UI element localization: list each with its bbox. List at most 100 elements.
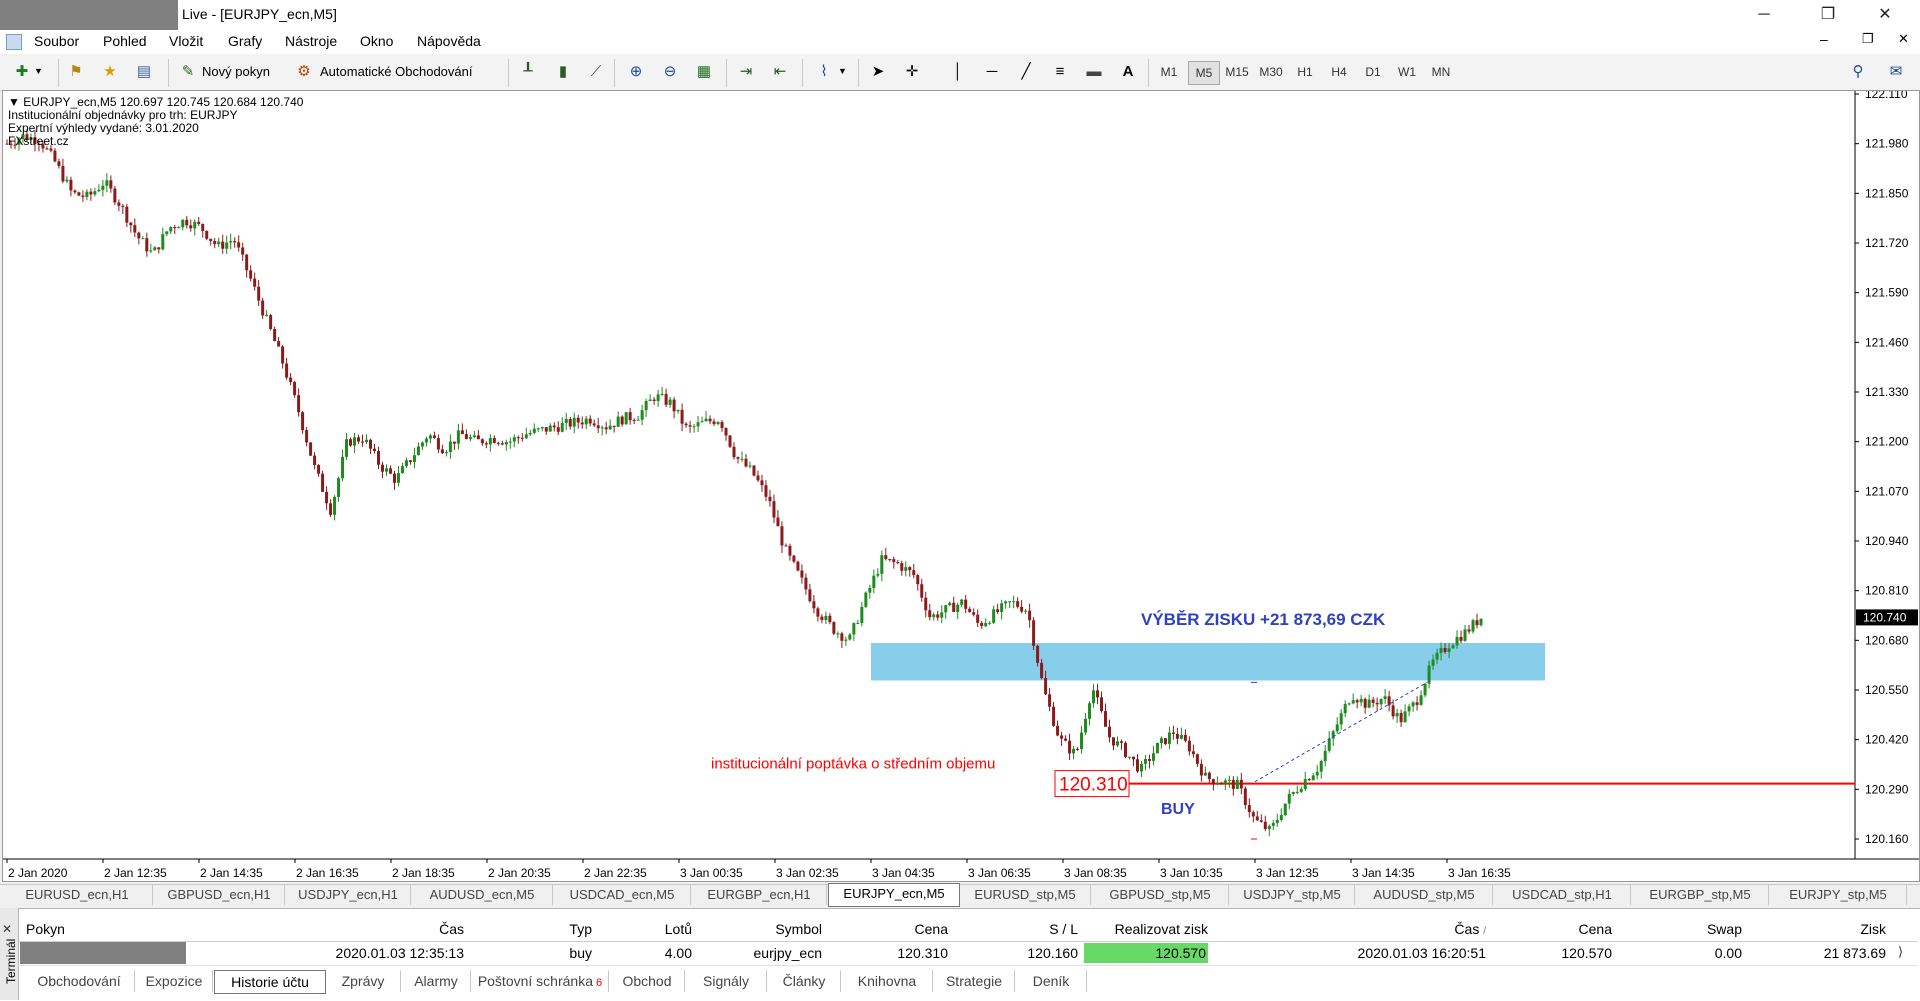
new-order-icon[interactable]: ✎ bbox=[176, 60, 200, 84]
chart-tab-usdjpy-ecn-h1[interactable]: USDJPY_ecn,H1 bbox=[286, 885, 411, 905]
chart-shift-icon[interactable]: ⇤ bbox=[768, 60, 792, 84]
terminal-tab--l-nky[interactable]: Články bbox=[768, 970, 841, 992]
horizontal-line-icon[interactable]: ─ bbox=[980, 60, 1004, 84]
candlestick-icon[interactable]: ▮ bbox=[551, 60, 575, 84]
candle-body bbox=[720, 422, 724, 429]
auto-trading-icon[interactable]: ⚙ bbox=[292, 60, 316, 84]
text-tool-icon[interactable]: A bbox=[1116, 60, 1140, 84]
col-header-lots[interactable]: Lotů bbox=[596, 918, 692, 940]
trendline-icon[interactable]: ╱ bbox=[1014, 60, 1038, 84]
terminal-tab-knihovna[interactable]: Knihovna bbox=[842, 970, 933, 992]
community-icon[interactable]: ✉ bbox=[1884, 60, 1908, 84]
mdi-restore-button[interactable]: ❐ bbox=[1862, 31, 1874, 47]
col-header-swap[interactable]: Swap bbox=[1616, 918, 1742, 940]
col-header-price[interactable]: Cena bbox=[826, 918, 948, 940]
chart-tab-usdcad-ecn-m5[interactable]: USDCAD_ecn,M5 bbox=[554, 885, 691, 905]
chart-tab-eurgbp-stp-m5[interactable]: EURGBP_stp,M5 bbox=[1632, 885, 1769, 905]
chart-tab-eurusd-stp-m5[interactable]: EURUSD_stp,M5 bbox=[960, 885, 1091, 905]
mdi-close-button[interactable]: ✕ bbox=[1898, 31, 1909, 47]
candle-body bbox=[588, 418, 592, 424]
candle-body bbox=[1303, 779, 1307, 790]
restore-button[interactable]: ❐ bbox=[1805, 0, 1851, 30]
rectangle-icon[interactable]: ▬ bbox=[1082, 60, 1106, 84]
timeframe-m30[interactable]: M30 bbox=[1256, 61, 1286, 83]
close-button[interactable]: ✕ bbox=[1862, 0, 1908, 30]
col-header-symbol[interactable]: Symbol bbox=[696, 918, 822, 940]
col-header-close-time[interactable]: Čas / bbox=[1212, 918, 1486, 940]
chevron-down-icon[interactable]: ▼ bbox=[34, 66, 43, 76]
fibonacci-icon[interactable]: ≡ bbox=[1048, 60, 1072, 84]
minimize-button[interactable]: ─ bbox=[1741, 0, 1787, 30]
menu-okno[interactable]: Okno bbox=[360, 33, 393, 49]
candle-body bbox=[612, 425, 616, 427]
timeframe-w1[interactable]: W1 bbox=[1392, 61, 1422, 83]
col-header-sl[interactable]: S / L bbox=[952, 918, 1078, 940]
timeframe-m1[interactable]: M1 bbox=[1154, 61, 1184, 83]
terminal-tab-den-k[interactable]: Deník bbox=[1016, 970, 1087, 992]
timeframe-m15[interactable]: M15 bbox=[1222, 61, 1252, 83]
chart-tab-gbpusd-ecn-h1[interactable]: GBPUSD_ecn,H1 bbox=[154, 885, 285, 905]
tile-windows-icon[interactable]: ▦ bbox=[692, 60, 716, 84]
chart-tab-gbpusd-stp-m5[interactable]: GBPUSD_stp,M5 bbox=[1092, 885, 1229, 905]
mdi-minimize-button[interactable]: ‒ bbox=[1820, 31, 1828, 47]
terminal-tab-strategie[interactable]: Strategie bbox=[934, 970, 1015, 992]
timeframe-h1[interactable]: H1 bbox=[1290, 61, 1320, 83]
menu-vlozit[interactable]: Vložit bbox=[169, 33, 203, 49]
scroll-to-end-icon[interactable]: ⟩ bbox=[1898, 944, 1903, 960]
col-header-close-price[interactable]: Cena bbox=[1490, 918, 1612, 940]
terminal-tab-historie-tu[interactable]: Historie účtu bbox=[214, 970, 326, 994]
chart-window[interactable]: 122.110 121.980 121.850 121.720 121.590 121.4… bbox=[2, 90, 1920, 882]
bar-chart-icon[interactable]: ┸ bbox=[516, 60, 540, 84]
terminal-tab-zpr-vy[interactable]: Zprávy bbox=[326, 970, 401, 992]
new-chart-icon[interactable]: ✚ bbox=[10, 60, 34, 84]
col-header-tp[interactable]: Realizovat zisk bbox=[1082, 918, 1208, 940]
chart-tab-audusd-ecn-m5[interactable]: AUDUSD_ecn,M5 bbox=[412, 885, 553, 905]
cursor-icon[interactable]: ➤ bbox=[866, 60, 890, 84]
terminal-tab-po-tovn-schr-nka[interactable]: Poštovní schránka 6 bbox=[472, 970, 609, 992]
terminal-tab-expozice[interactable]: Expozice bbox=[136, 970, 213, 992]
line-chart-icon[interactable]: ⟋ bbox=[584, 60, 608, 84]
terminal-tab-obchod[interactable]: Obchod bbox=[610, 970, 685, 992]
timeframe-d1[interactable]: D1 bbox=[1358, 61, 1388, 83]
autoscroll-icon[interactable]: ⇥ bbox=[734, 60, 758, 84]
terminal-tab-alarmy[interactable]: Alarmy bbox=[402, 970, 471, 992]
terminal-close-icon[interactable]: ✕ bbox=[2, 922, 12, 936]
terminal-tab-sign-ly[interactable]: Signály bbox=[686, 970, 767, 992]
zoom-out-icon[interactable]: ⊖ bbox=[658, 60, 682, 84]
chart-tab-eurusd-ecn-h1[interactable]: EURUSD_ecn,H1 bbox=[2, 885, 153, 905]
market-watch-icon[interactable]: ▤ bbox=[132, 60, 156, 84]
menu-napoveda[interactable]: Nápověda bbox=[417, 33, 481, 49]
menu-soubor[interactable]: Soubor bbox=[34, 33, 79, 49]
crosshair-icon[interactable]: ✛ bbox=[900, 60, 924, 84]
col-header-order[interactable]: Pokyn bbox=[26, 918, 65, 940]
col-header-type[interactable]: Typ bbox=[470, 918, 592, 940]
menu-grafy[interactable]: Grafy bbox=[228, 33, 262, 49]
chart-tab-eurjpy-stp-m5[interactable]: EURJPY_stp,M5 bbox=[1770, 885, 1907, 905]
candle-body bbox=[149, 250, 153, 252]
auto-trading-button[interactable]: Automatické Obchodování bbox=[320, 61, 472, 83]
chart-tab-eurgbp-ecn-h1[interactable]: EURGBP_ecn,H1 bbox=[692, 885, 827, 905]
col-header-profit[interactable]: Zisk bbox=[1746, 918, 1886, 940]
chart-tab-eurjpy-ecn-m5[interactable]: EURJPY_ecn,M5 bbox=[828, 883, 960, 907]
menu-nastroje[interactable]: Nástroje bbox=[285, 33, 337, 49]
profiles-icon[interactable]: ⚑ bbox=[64, 60, 88, 84]
terminal-tab-obchodov-n-[interactable]: Obchodování bbox=[24, 970, 135, 992]
new-order-button[interactable]: Nový pokyn bbox=[202, 61, 270, 83]
candle-body bbox=[844, 639, 848, 641]
price-chart[interactable]: 122.110 121.980 121.850 121.720 121.590 121.4… bbox=[3, 91, 1919, 881]
timeframe-mn[interactable]: MN bbox=[1426, 61, 1456, 83]
chart-tab-audusd-stp-m5[interactable]: AUDUSD_stp,M5 bbox=[1356, 885, 1493, 905]
vertical-line-icon[interactable]: │ bbox=[946, 60, 970, 84]
terminal-tab-label: Expozice bbox=[145, 973, 203, 989]
chart-tab-usdcad-stp-h1[interactable]: USDCAD_stp,H1 bbox=[1494, 885, 1631, 905]
search-icon[interactable]: ⚲ bbox=[1846, 60, 1870, 84]
indicators-icon[interactable]: ⌇ bbox=[812, 60, 836, 84]
chart-tab-usdjpy-stp-m5[interactable]: USDJPY_stp,M5 bbox=[1230, 885, 1355, 905]
timeframe-h4[interactable]: H4 bbox=[1324, 61, 1354, 83]
menu-pohled[interactable]: Pohled bbox=[103, 33, 147, 49]
timeframe-m5[interactable]: M5 bbox=[1188, 61, 1220, 85]
favorites-icon[interactable]: ★ bbox=[98, 60, 122, 84]
chevron-down-icon[interactable]: ▼ bbox=[838, 66, 847, 76]
zoom-in-icon[interactable]: ⊕ bbox=[624, 60, 648, 84]
col-header-open-time[interactable]: Čas bbox=[186, 918, 464, 940]
